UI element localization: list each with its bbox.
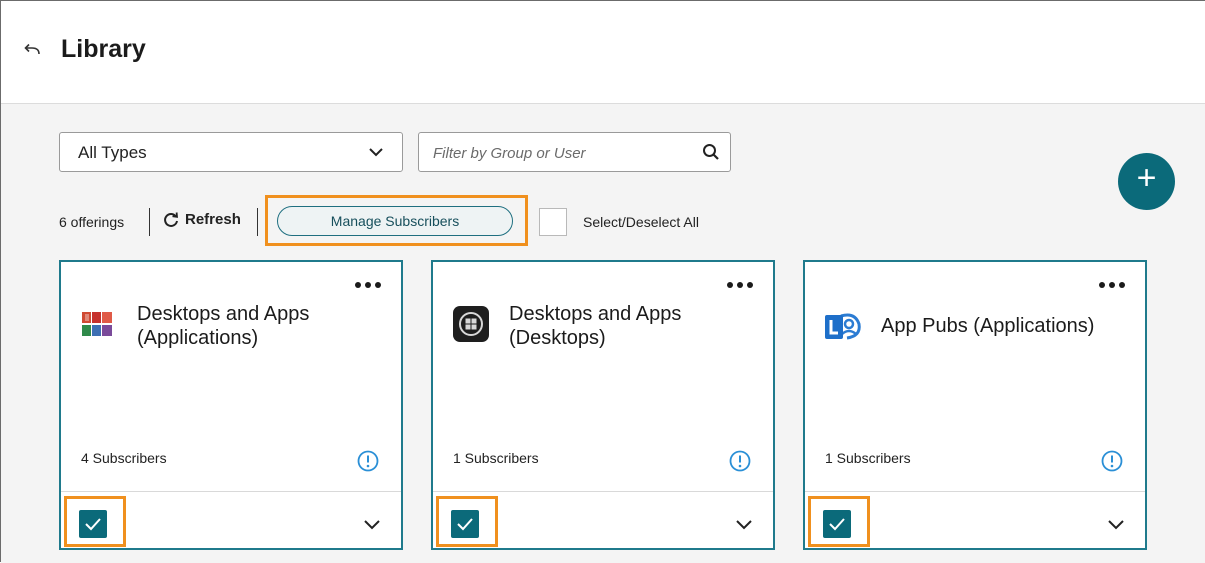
manage-subscribers-button[interactable]: Manage Subscribers bbox=[277, 206, 513, 236]
more-options-icon[interactable] bbox=[355, 278, 383, 290]
more-options-icon[interactable] bbox=[727, 278, 755, 290]
type-filter-value: All Types bbox=[78, 143, 147, 162]
add-offering-button[interactable]: + bbox=[1118, 153, 1175, 210]
offerings-count: 6 offerings bbox=[59, 214, 125, 230]
group-user-filter bbox=[418, 132, 731, 172]
offering-name: Desktops and Apps (Desktops) bbox=[509, 303, 682, 349]
offering-checkbox[interactable] bbox=[451, 510, 479, 538]
toolbar-divider bbox=[149, 208, 150, 236]
info-icon[interactable] bbox=[357, 450, 379, 472]
back-arrow-icon[interactable] bbox=[23, 41, 41, 59]
offering-card: App Pubs (Applications) 1 Subscribers bbox=[803, 260, 1147, 550]
checkmark-icon bbox=[829, 518, 845, 531]
windows-desktop-icon bbox=[453, 306, 489, 342]
checkmark-icon bbox=[85, 518, 101, 531]
select-all-label: Select/Deselect All bbox=[583, 214, 699, 230]
type-filter-select[interactable]: All Types bbox=[59, 132, 403, 172]
select-all-checkbox[interactable] bbox=[539, 208, 567, 236]
checkmark-icon bbox=[457, 518, 473, 531]
card-divider bbox=[805, 491, 1145, 492]
plus-icon: + bbox=[1136, 159, 1157, 197]
offering-name: Desktops and Apps (Applications) bbox=[137, 303, 310, 349]
lync-app-icon bbox=[825, 313, 861, 340]
card-divider bbox=[61, 491, 401, 492]
chevron-down-icon[interactable] bbox=[1107, 517, 1125, 531]
chevron-down-icon[interactable] bbox=[363, 517, 381, 531]
subscriber-count: 1 Subscribers bbox=[453, 450, 539, 466]
page-title: Library bbox=[61, 35, 146, 63]
offering-checkbox[interactable] bbox=[823, 510, 851, 538]
offering-card: Desktops and Apps (Applications) 4 Subsc… bbox=[59, 260, 403, 550]
info-icon[interactable] bbox=[1101, 450, 1123, 472]
group-user-filter-input[interactable] bbox=[431, 141, 695, 165]
subscriber-count: 1 Subscribers bbox=[825, 450, 911, 466]
office-apps-icon bbox=[82, 312, 112, 336]
search-icon[interactable] bbox=[702, 143, 720, 161]
subscriber-count: 4 Subscribers bbox=[81, 450, 167, 466]
refresh-label: Refresh bbox=[185, 211, 241, 228]
chevron-down-icon bbox=[369, 148, 383, 157]
offering-name: App Pubs (Applications) bbox=[881, 315, 1095, 337]
page-header: Library bbox=[1, 1, 1205, 102]
card-divider bbox=[433, 491, 773, 492]
chevron-down-icon[interactable] bbox=[735, 517, 753, 531]
more-options-icon[interactable] bbox=[1099, 278, 1127, 290]
info-icon[interactable] bbox=[729, 450, 751, 472]
refresh-icon bbox=[164, 211, 179, 227]
refresh-button[interactable]: Refresh bbox=[163, 211, 241, 228]
offering-checkbox[interactable] bbox=[79, 510, 107, 538]
toolbar-divider bbox=[257, 208, 258, 236]
offering-card: Desktops and Apps (Desktops) 1 Subscribe… bbox=[431, 260, 775, 550]
